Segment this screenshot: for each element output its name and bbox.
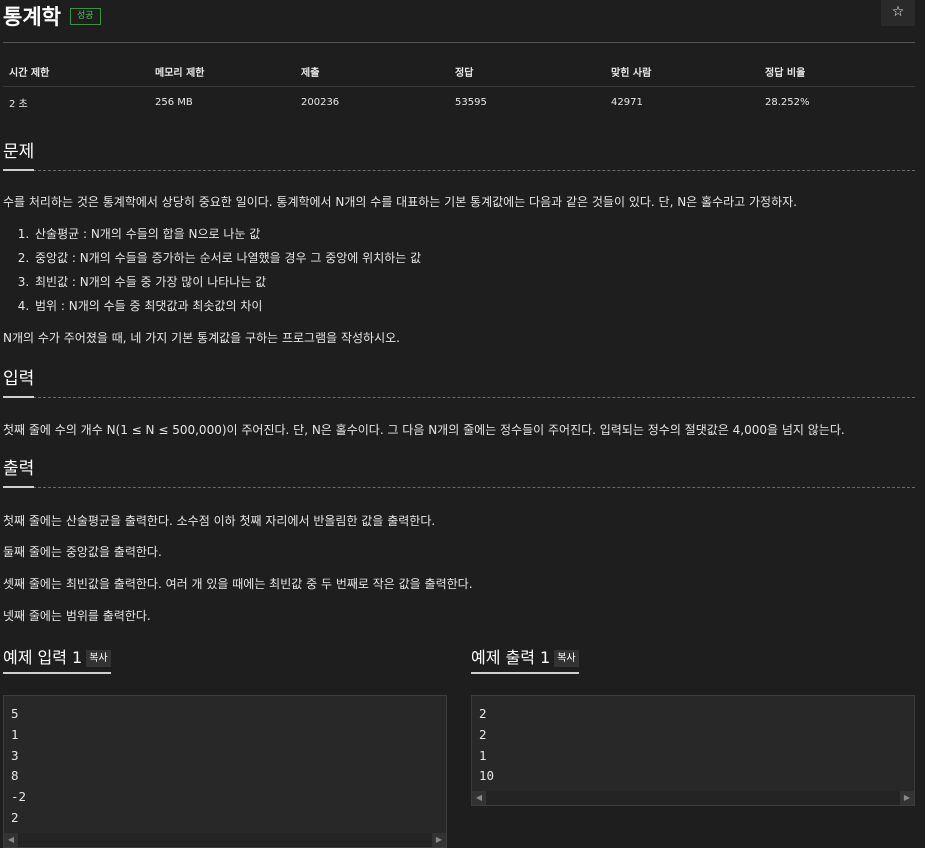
list-item: 산술평균 : N개의 수들의 합을 N으로 나눈 값 (33, 222, 421, 246)
problem-heading: 문제 (3, 140, 35, 171)
scrollbar-thumb[interactable] (18, 832, 432, 847)
scroll-left-icon[interactable]: ◀ (472, 791, 486, 805)
info-value-time-limit: 2 초 (9, 98, 28, 110)
status-badge: 성공 (70, 8, 101, 25)
info-header-accepted: 정답 (449, 56, 605, 87)
statistics-list: 산술평균 : N개의 수들의 합을 N으로 나눈 값 중앙값 : N개의 수들을… (3, 222, 421, 318)
page-title: 통계학 (3, 5, 61, 29)
sample-output-content: 2 2 1 10 (472, 696, 914, 791)
sample-input-line: 5 (11, 706, 19, 721)
output-line: 넷째 줄에는 범위를 출력한다. (3, 609, 151, 623)
info-header-time-limit: 시간 제한 (3, 56, 149, 87)
problem-section-header: 문제 (3, 140, 915, 171)
info-value-row: 2 초 256 MB 200236 53595 42971 28.252% (3, 87, 915, 118)
sample-output-line: 2 (479, 726, 487, 742)
input-section-header: 입력 (3, 367, 915, 398)
scroll-right-icon[interactable]: ▶ (432, 833, 446, 847)
sample-input-line: 1 (11, 726, 19, 742)
sample-input-box[interactable]: 5 1 3 8 -2 2 ◀ ▶ (3, 695, 447, 848)
problem-outro: N개의 수가 주어졌을 때, 네 가지 기본 통계값을 구하는 프로그램을 작성… (3, 331, 400, 345)
title-row: 통계학 성공 ☆ (3, 0, 915, 43)
output-line: 첫째 줄에는 산술평균을 출력한다. 소수점 이하 첫째 자리에서 반올림한 값… (3, 514, 436, 528)
info-header-memory-limit: 메모리 제한 (149, 56, 295, 87)
sample-input-heading: 예제 입력 1 복사 (3, 647, 111, 674)
sample-input-line: 2 (11, 809, 19, 825)
info-header-row: 시간 제한 메모리 제한 제출 정답 맞힌 사람 정답 비율 (3, 56, 915, 87)
star-icon[interactable]: ☆ (881, 0, 915, 26)
sample-input-title: 예제 입력 1 (3, 648, 83, 667)
copy-output-button[interactable]: 복사 (554, 650, 579, 667)
info-value-solvers[interactable]: 42971 (605, 87, 759, 118)
output-heading: 출력 (3, 457, 35, 488)
copy-input-button[interactable]: 복사 (86, 650, 111, 667)
problem-intro: 수를 처리하는 것은 통계학에서 상당히 중요한 일이다. 통계학에서 N개의 … (3, 195, 797, 209)
list-item: 범위 : N개의 수들 중 최댓값과 최솟값의 차이 (33, 294, 421, 318)
list-item: 최빈값 : N개의 수들 중 가장 많이 나타나는 값 (33, 270, 421, 294)
info-value-ratio: 28.252% (765, 96, 810, 108)
sample-input-header: 예제 입력 1 복사 (3, 647, 447, 675)
output-line: 둘째 줄에는 중앙값을 출력한다. (3, 545, 162, 559)
input-heading: 입력 (3, 367, 35, 398)
scroll-right-icon[interactable]: ▶ (900, 791, 914, 805)
scrollbar-thumb[interactable] (486, 791, 900, 806)
sample-input-content: 5 1 3 8 -2 2 (4, 696, 446, 833)
output-line: 셋째 줄에는 최빈값을 출력한다. 여러 개 있을 때에는 최빈값 중 두 번째… (3, 577, 473, 591)
sample-output-header: 예제 출력 1 복사 (471, 647, 915, 675)
info-header-ratio: 정답 비율 (759, 56, 915, 87)
input-description: 첫째 줄에 수의 개수 N(1 ≤ N ≤ 500,000)이 주어진다. 단,… (3, 423, 845, 437)
list-item: 중앙값 : N개의 수들을 증가하는 순서로 나열했을 경우 그 중앙에 위치하… (33, 246, 421, 270)
output-section-header: 출력 (3, 457, 915, 488)
sample-output-line: 1 (479, 747, 487, 763)
sample-output-line: 2 (479, 706, 487, 721)
sample-input-line: -2 (11, 789, 27, 805)
sample-output-scrollbar[interactable]: ◀ ▶ (472, 791, 914, 806)
scroll-left-icon[interactable]: ◀ (4, 833, 18, 847)
sample-output-line: 10 (479, 768, 495, 784)
sample-output-box[interactable]: 2 2 1 10 ◀ ▶ (471, 695, 915, 807)
info-value-accepted[interactable]: 53595 (449, 87, 605, 118)
sample-input-scrollbar[interactable]: ◀ ▶ (4, 832, 446, 847)
info-header-solvers: 맞힌 사람 (605, 56, 759, 87)
info-value-memory-limit: 256 MB (155, 96, 193, 108)
info-header-submissions: 제출 (295, 56, 449, 87)
info-value-submissions[interactable]: 200236 (295, 87, 449, 118)
sample-input-line: 8 (11, 768, 19, 784)
problem-info-table: 시간 제한 메모리 제한 제출 정답 맞힌 사람 정답 비율 2 초 256 M… (3, 56, 915, 117)
sample-output-title: 예제 출력 1 (471, 648, 551, 667)
sample-input-line: 3 (11, 747, 19, 763)
sample-output-heading: 예제 출력 1 복사 (471, 647, 579, 674)
